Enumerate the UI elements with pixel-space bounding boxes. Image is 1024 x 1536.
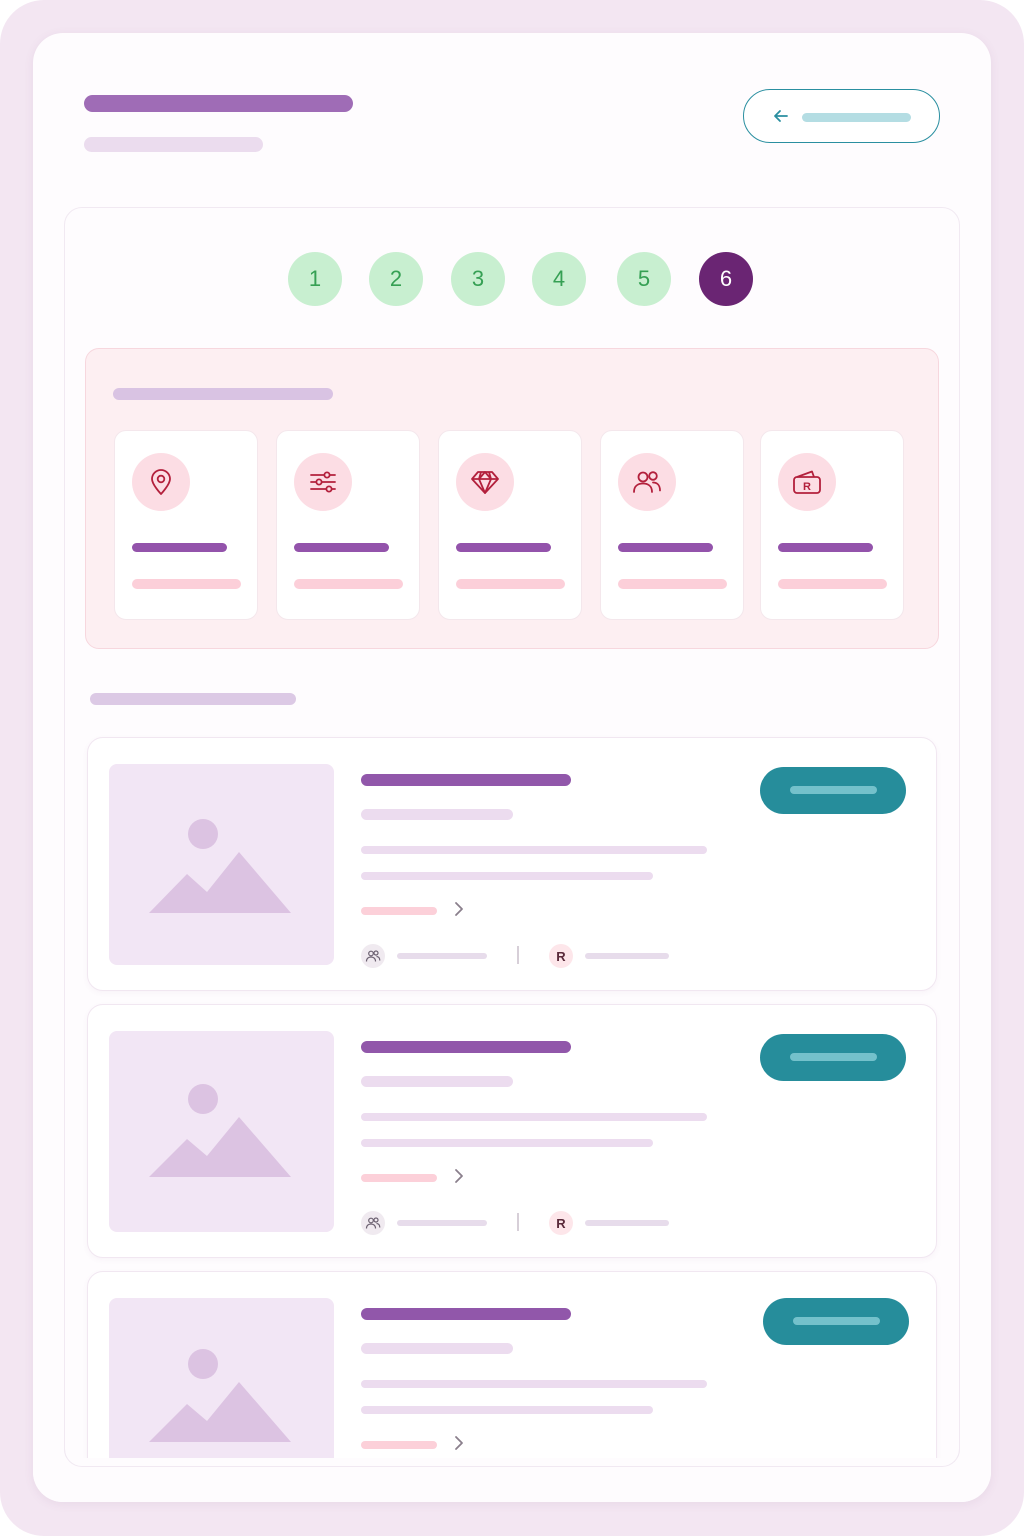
feature-subtitle-placeholder xyxy=(618,579,727,589)
stepper: 1 2 3 4 5 6 xyxy=(33,252,991,308)
step-2[interactable]: 2 xyxy=(369,252,423,306)
feature-subtitle-placeholder xyxy=(132,579,241,589)
step-6-active[interactable]: 6 xyxy=(699,252,753,306)
divider xyxy=(517,1213,519,1231)
listing-text-placeholder xyxy=(361,846,707,854)
page-subtitle-placeholder xyxy=(84,137,263,152)
users-icon xyxy=(361,1211,385,1235)
listing-subtitle-placeholder xyxy=(361,809,513,820)
listing-title-placeholder xyxy=(361,1041,571,1053)
back-button[interactable] xyxy=(743,89,940,143)
meta-placeholder xyxy=(397,1220,487,1226)
meta-placeholder xyxy=(585,953,669,959)
users-icon xyxy=(361,944,385,968)
currency-badge: R xyxy=(549,944,573,968)
listing-card[interactable]: R xyxy=(87,1004,937,1258)
image-placeholder-icon xyxy=(109,1031,334,1232)
image-placeholder-icon xyxy=(109,764,334,965)
listing-card[interactable]: R xyxy=(87,737,937,991)
listing-subtitle-placeholder xyxy=(361,1076,513,1087)
button-label-placeholder xyxy=(793,1317,880,1325)
step-4[interactable]: 4 xyxy=(532,252,586,306)
feature-card-location[interactable] xyxy=(114,430,258,620)
feature-card-people[interactable] xyxy=(600,430,744,620)
feature-card-premium[interactable] xyxy=(438,430,582,620)
listing-text-placeholder xyxy=(361,1406,653,1414)
listing-title-placeholder xyxy=(361,774,571,786)
currency-badge: R xyxy=(549,1211,573,1235)
listing-action-button[interactable] xyxy=(763,1298,909,1345)
chevron-right-icon[interactable] xyxy=(452,900,466,918)
listing-action-button[interactable] xyxy=(760,767,906,814)
feature-subtitle-placeholder xyxy=(456,579,565,589)
sliders-icon xyxy=(294,453,352,511)
feature-title-placeholder xyxy=(132,543,227,552)
listing-link-placeholder[interactable] xyxy=(361,907,437,915)
meta-placeholder xyxy=(585,1220,669,1226)
feature-title-placeholder xyxy=(456,543,551,552)
button-label-placeholder xyxy=(790,786,877,794)
listings-title-placeholder xyxy=(90,693,296,705)
page-title-placeholder xyxy=(84,95,353,112)
step-1[interactable]: 1 xyxy=(288,252,342,306)
listing-action-button[interactable] xyxy=(760,1034,906,1081)
chevron-right-icon[interactable] xyxy=(452,1167,466,1185)
button-label-placeholder xyxy=(790,1053,877,1061)
feature-title-placeholder xyxy=(618,543,713,552)
listing-text-placeholder xyxy=(361,1139,653,1147)
svg-text:R: R xyxy=(803,481,811,493)
diamond-icon xyxy=(456,453,514,511)
users-icon xyxy=(618,453,676,511)
arrow-left-icon xyxy=(774,110,788,122)
map-pin-icon xyxy=(132,453,190,511)
listing-title-placeholder xyxy=(361,1308,571,1320)
meta-placeholder xyxy=(397,953,487,959)
feature-subtitle-placeholder xyxy=(778,579,887,589)
listing-link-placeholder[interactable] xyxy=(361,1174,437,1182)
listing-text-placeholder xyxy=(361,872,653,880)
features-title-placeholder xyxy=(113,388,333,400)
listing-subtitle-placeholder xyxy=(361,1343,513,1354)
feature-card-filters[interactable] xyxy=(276,430,420,620)
divider xyxy=(517,946,519,964)
step-5[interactable]: 5 xyxy=(617,252,671,306)
app-screen: 1 2 3 4 5 6 R R R xyxy=(33,33,991,1502)
listing-text-placeholder xyxy=(361,1380,707,1388)
back-button-label-placeholder xyxy=(802,113,911,122)
feature-title-placeholder xyxy=(294,543,389,552)
feature-subtitle-placeholder xyxy=(294,579,403,589)
feature-title-placeholder xyxy=(778,543,873,552)
panel-bottom-edge xyxy=(64,1438,960,1467)
step-3[interactable]: 3 xyxy=(451,252,505,306)
listing-text-placeholder xyxy=(361,1113,707,1121)
feature-card-wallet[interactable]: R xyxy=(760,430,904,620)
wallet-icon: R xyxy=(778,453,836,511)
